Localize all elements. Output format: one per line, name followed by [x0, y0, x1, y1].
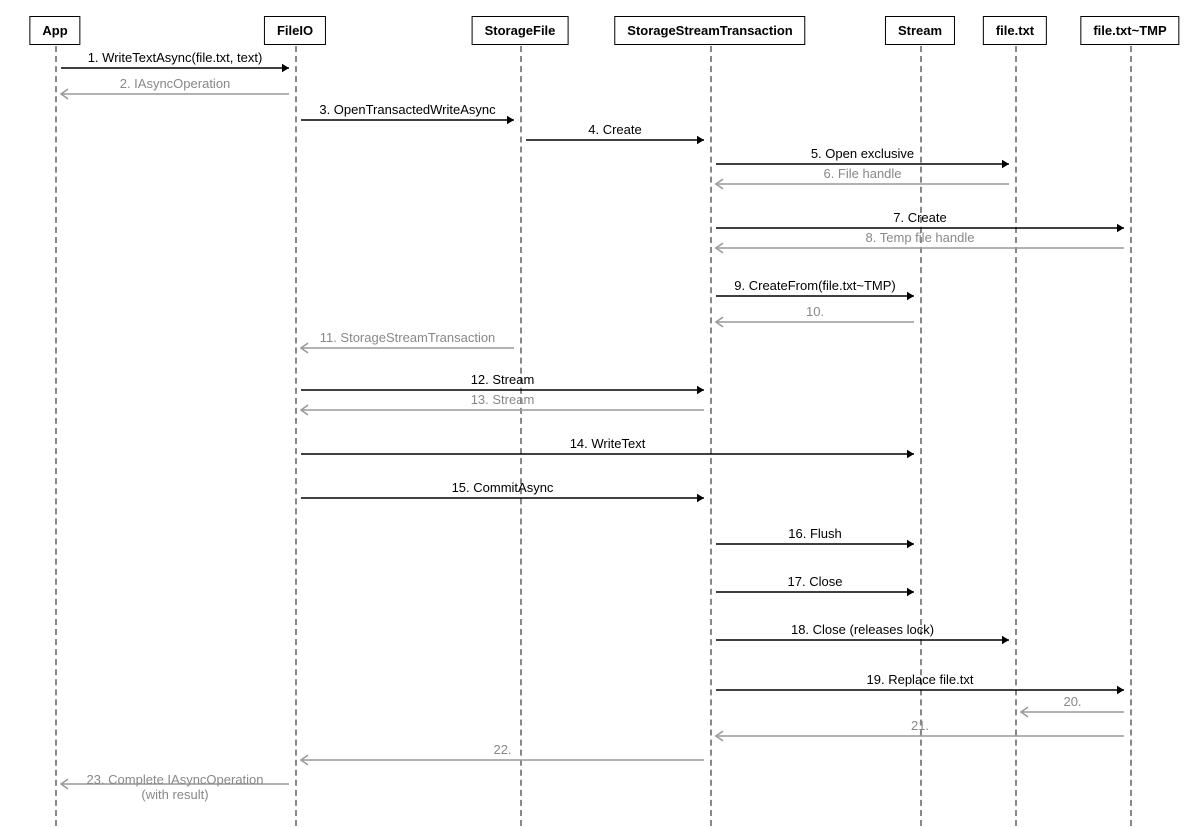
message-label-14: 14. WriteText	[570, 436, 646, 451]
message-label-11: 11. StorageStreamTransaction	[320, 330, 496, 345]
message-label-9: 9. CreateFrom(file.txt~TMP)	[734, 278, 895, 293]
participant-fileio: FileIO	[264, 16, 326, 45]
lifeline-filetxt	[1015, 46, 1017, 826]
message-label-18: 18. Close (releases lock)	[791, 622, 934, 637]
message-label-4: 4. Create	[588, 122, 641, 137]
lifeline-sst	[710, 46, 712, 826]
message-label-8: 8. Temp file handle	[866, 230, 975, 245]
participant-app: App	[29, 16, 80, 45]
participant-storagefile: StorageFile	[472, 16, 569, 45]
message-label-16: 16. Flush	[788, 526, 841, 541]
lifeline-app	[55, 46, 57, 826]
participant-filetxt: file.txt	[983, 16, 1047, 45]
message-label-23: 23. Complete IAsyncOperation(with result…	[86, 772, 263, 802]
message-label-15: 15. CommitAsync	[452, 480, 554, 495]
message-label-22: 22.	[493, 742, 511, 757]
lifeline-fileio	[295, 46, 297, 826]
message-label-5: 5. Open exclusive	[811, 146, 914, 161]
message-label-20: 20.	[1063, 694, 1081, 709]
participant-tmp: file.txt~TMP	[1080, 16, 1179, 45]
lifeline-tmp	[1130, 46, 1132, 826]
message-label-17: 17. Close	[788, 574, 843, 589]
message-label-7: 7. Create	[893, 210, 946, 225]
message-label-10: 10.	[806, 304, 824, 319]
participant-stream: Stream	[885, 16, 955, 45]
message-label-6: 6. File handle	[823, 166, 901, 181]
lifeline-stream	[920, 46, 922, 826]
message-label-21: 21.	[911, 718, 929, 733]
message-label-3: 3. OpenTransactedWriteAsync	[319, 102, 495, 117]
participant-sst: StorageStreamTransaction	[614, 16, 805, 45]
lifeline-storagefile	[520, 46, 522, 826]
message-label-13: 13. Stream	[471, 392, 535, 407]
message-label-1: 1. WriteTextAsync(file.txt, text)	[88, 50, 263, 65]
message-label-2: 2. IAsyncOperation	[120, 76, 231, 91]
message-label-12: 12. Stream	[471, 372, 535, 387]
message-label-19: 19. Replace file.txt	[867, 672, 974, 687]
